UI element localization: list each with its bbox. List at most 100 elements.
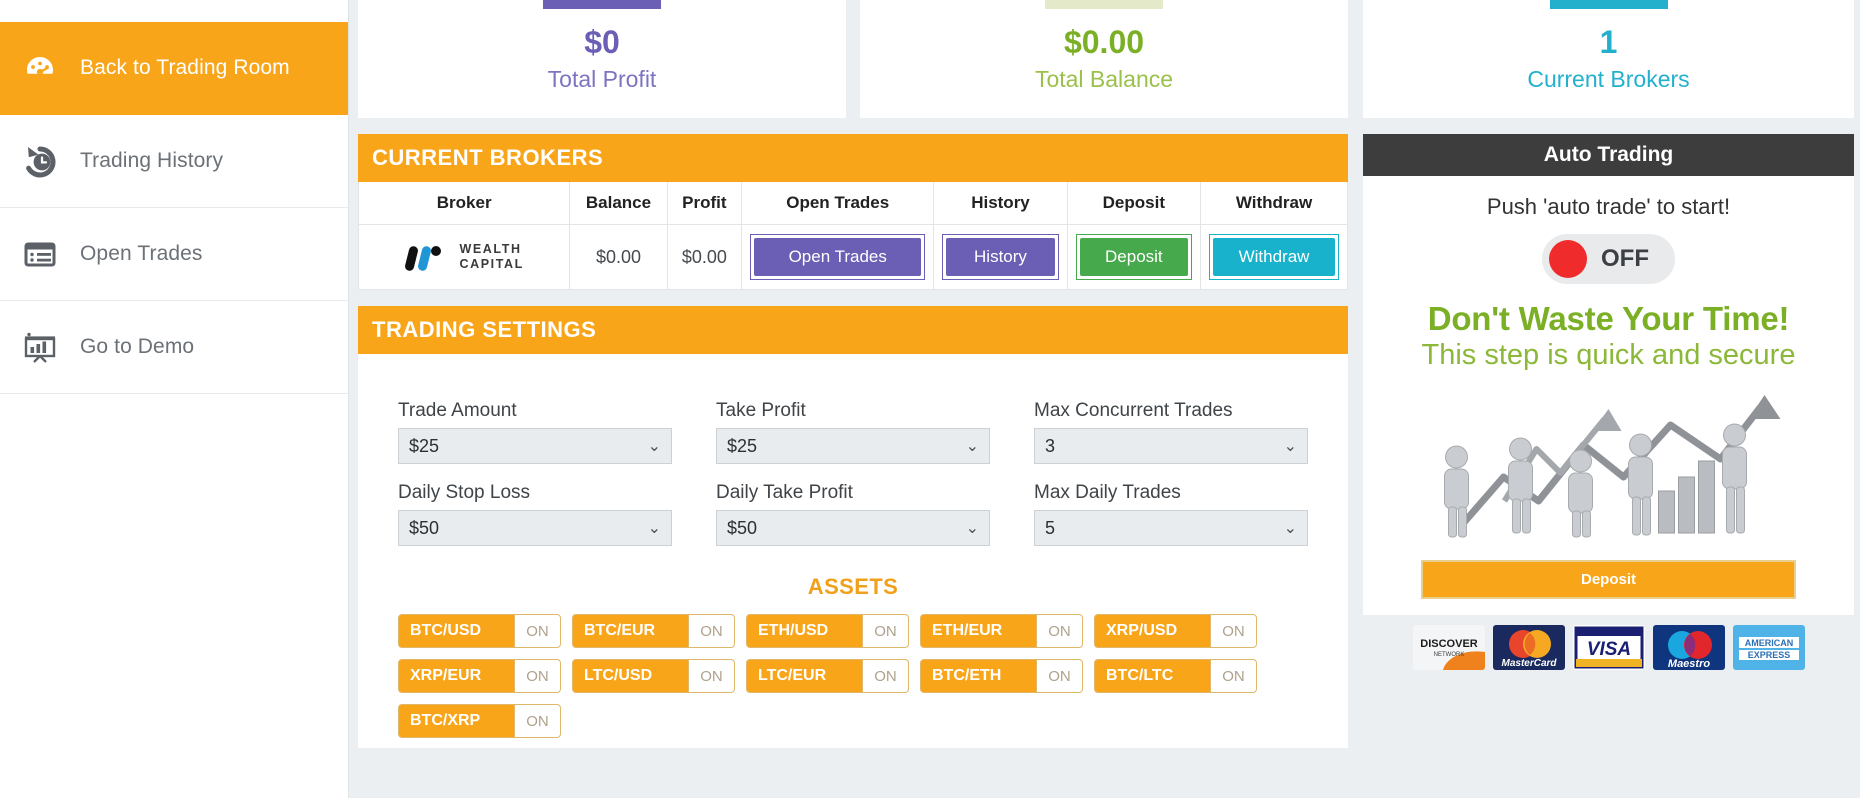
asset-state-badge: ON <box>514 705 560 738</box>
field-label: Daily Stop Loss <box>398 482 531 504</box>
asset-pair-label: BTC/LTC <box>1106 667 1174 685</box>
current-brokers-panel: CURRENT BROKERS Broker Balance Profit Op… <box>357 134 1348 291</box>
asset-state-badge: ON <box>1210 615 1256 648</box>
svg-text:EXPRESS: EXPRESS <box>1747 650 1790 660</box>
withdraw-button[interactable]: Withdraw <box>1213 238 1335 277</box>
field-trade-amount: Trade Amount $25 ⌄ <box>398 400 672 482</box>
chevron-down-icon: ⌄ <box>1283 520 1297 538</box>
trade-amount-select[interactable]: $25 ⌄ <box>398 428 672 465</box>
stat-cards-row: $0 Total Profit $0.00 Total Balance <box>358 0 1348 118</box>
column-header-balance: Balance <box>569 182 668 226</box>
select-value: $50 <box>409 517 440 538</box>
max-concurrent-trades-select[interactable]: 3 ⌄ <box>1034 428 1308 465</box>
trading-settings-body: Trade Amount $25 ⌄ Take Profit $25 ⌄ Max… <box>358 354 1348 748</box>
promo-headline: Don't Waste Your Time! <box>1427 300 1790 337</box>
stat-accent-bar <box>1045 0 1163 9</box>
asset-state-badge: ON <box>862 660 908 693</box>
content-area: $0 Total Profit $0.00 Total Balance CURR… <box>349 0 1860 798</box>
asset-toggle-xrp-usd[interactable]: XRP/USD ON <box>1094 614 1257 649</box>
asset-toggle-btc-ltc[interactable]: BTC/LTC ON <box>1094 659 1257 694</box>
asset-state-badge: ON <box>1036 615 1082 648</box>
history-clock-icon <box>18 139 62 183</box>
asset-pair-label: BTC/USD <box>410 622 482 640</box>
payment-methods-row: DISCOVER NETWORK MasterCard VISA Maestro… <box>1363 615 1854 680</box>
asset-pair-label: BTC/EUR <box>584 622 656 640</box>
stat-card-total-balance: $0.00 Total Balance <box>860 0 1348 118</box>
asset-pair-label: BTC/XRP <box>410 712 481 730</box>
auto-trading-title: Auto Trading <box>1363 134 1854 176</box>
daily-take-profit-select[interactable]: $50 ⌄ <box>716 510 990 547</box>
stat-label: Total Balance <box>1034 66 1174 93</box>
asset-toggle-btc-eur[interactable]: BTC/EUR ON <box>572 614 735 649</box>
asset-toggle-eth-usd[interactable]: ETH/USD ON <box>746 614 909 649</box>
svg-text:NETWORK: NETWORK <box>1433 652 1464 658</box>
svg-text:Maestro: Maestro <box>1667 658 1709 670</box>
trading-settings-panel: TRADING SETTINGS Trade Amount $25 ⌄ Take… <box>358 306 1348 749</box>
stat-card-total-profit: $0 Total Profit <box>358 0 846 118</box>
column-header-history: History <box>933 182 1068 226</box>
promo-subline: This step is quick and secure <box>1421 338 1796 371</box>
dashboard-gauge-icon <box>18 46 62 90</box>
field-take-profit: Take Profit $25 ⌄ <box>716 400 990 482</box>
broker-name-line2: CAPITAL <box>459 257 524 272</box>
asset-pair-label: BTC/ETH <box>932 667 1002 685</box>
asset-state-badge: ON <box>688 660 734 693</box>
asset-state-badge: ON <box>688 615 734 648</box>
take-profit-select[interactable]: $25 ⌄ <box>716 428 990 465</box>
presentation-chart-icon <box>18 325 62 369</box>
select-value: 3 <box>1045 435 1056 456</box>
broker-name: WEALTH CAPITAL <box>459 242 523 273</box>
open-trades-button[interactable]: Open Trades <box>754 238 922 277</box>
asset-pair-label: XRP/EUR <box>410 667 482 685</box>
column-header-deposit: Deposit <box>1066 182 1202 226</box>
chevron-down-icon: ⌄ <box>965 438 979 456</box>
sidebar-item-back-to-trading-room[interactable]: Back to Trading Room <box>0 22 348 115</box>
trading-settings-title: TRADING SETTINGS <box>358 306 1348 355</box>
asset-toggle-ltc-eur[interactable]: LTC/EUR ON <box>746 659 909 694</box>
asset-pair-label: ETH/USD <box>758 622 829 640</box>
chevron-down-icon: ⌄ <box>647 438 661 456</box>
column-header-profit: Profit <box>666 182 743 226</box>
history-button[interactable]: History <box>946 238 1055 277</box>
asset-state-badge: ON <box>514 660 560 693</box>
asset-pair-label: LTC/EUR <box>758 667 827 685</box>
asset-toggle-btc-usd[interactable]: BTC/USD ON <box>398 614 561 649</box>
promo-deposit-button[interactable]: Deposit <box>1421 560 1796 600</box>
brokers-table: Broker Balance Profit Open Trades Histor… <box>357 182 1348 291</box>
sidebar-item-open-trades[interactable]: Open Trades <box>0 208 348 301</box>
field-label: Take Profit <box>716 400 806 422</box>
sidebar-item-trading-history[interactable]: Trading History <box>0 115 348 208</box>
deposit-cell: Deposit <box>1066 224 1202 291</box>
asset-toggle-xrp-eur[interactable]: XRP/EUR ON <box>398 659 561 694</box>
stat-accent-bar <box>1549 0 1668 9</box>
brokers-table-header-row: Broker Balance Profit Open Trades Histor… <box>357 182 1348 226</box>
stat-card-current-brokers: 1 Current Brokers <box>1363 0 1854 118</box>
deposit-button[interactable]: Deposit <box>1079 238 1189 277</box>
field-label: Max Concurrent Trades <box>1034 400 1233 422</box>
auto-trading-toggle-row: OFF <box>1363 224 1854 298</box>
max-daily-trades-select[interactable]: 5 ⌄ <box>1034 510 1308 547</box>
asset-toggle-eth-eur[interactable]: ETH/EUR ON <box>920 614 1083 649</box>
broker-cell: WEALTH CAPITAL <box>357 224 571 291</box>
trading-dashboard: Back to Trading Room Trading History Ope… <box>0 0 1860 798</box>
daily-stop-loss-select[interactable]: $50 ⌄ <box>398 510 672 547</box>
sidebar-item-go-to-demo[interactable]: Go to Demo <box>0 301 348 394</box>
auto-trading-toggle[interactable]: OFF <box>1542 234 1675 284</box>
chevron-down-icon: ⌄ <box>965 520 979 538</box>
svg-text:VISA: VISA <box>1586 639 1630 660</box>
asset-pair-label: XRP/USD <box>1106 622 1178 640</box>
assets-grid: BTC/USD ON BTC/EUR ON ETH/USD ON ETH/EUR… <box>398 614 1308 739</box>
asset-state-badge: ON <box>1210 660 1256 693</box>
settings-fields-grid: Trade Amount $25 ⌄ Take Profit $25 ⌄ Max… <box>398 400 1308 564</box>
asset-toggle-ltc-usd[interactable]: LTC/USD ON <box>572 659 735 694</box>
svg-text:MasterCard: MasterCard <box>1501 658 1557 669</box>
asset-toggle-btc-xrp[interactable]: BTC/XRP ON <box>398 704 561 739</box>
right-column: 1 Current Brokers Auto Trading Push 'aut… <box>1357 0 1860 798</box>
main-column: $0 Total Profit $0.00 Total Balance CURR… <box>349 0 1357 798</box>
asset-toggle-btc-eth[interactable]: BTC/ETH ON <box>920 659 1083 694</box>
field-label: Daily Take Profit <box>716 482 853 504</box>
maestro-logo: Maestro <box>1652 625 1725 671</box>
table-row: WEALTH CAPITAL $0.00 $0.00 Open Trades H… <box>357 224 1348 291</box>
withdraw-cell: Withdraw <box>1200 224 1348 291</box>
select-value: $25 <box>727 435 758 456</box>
